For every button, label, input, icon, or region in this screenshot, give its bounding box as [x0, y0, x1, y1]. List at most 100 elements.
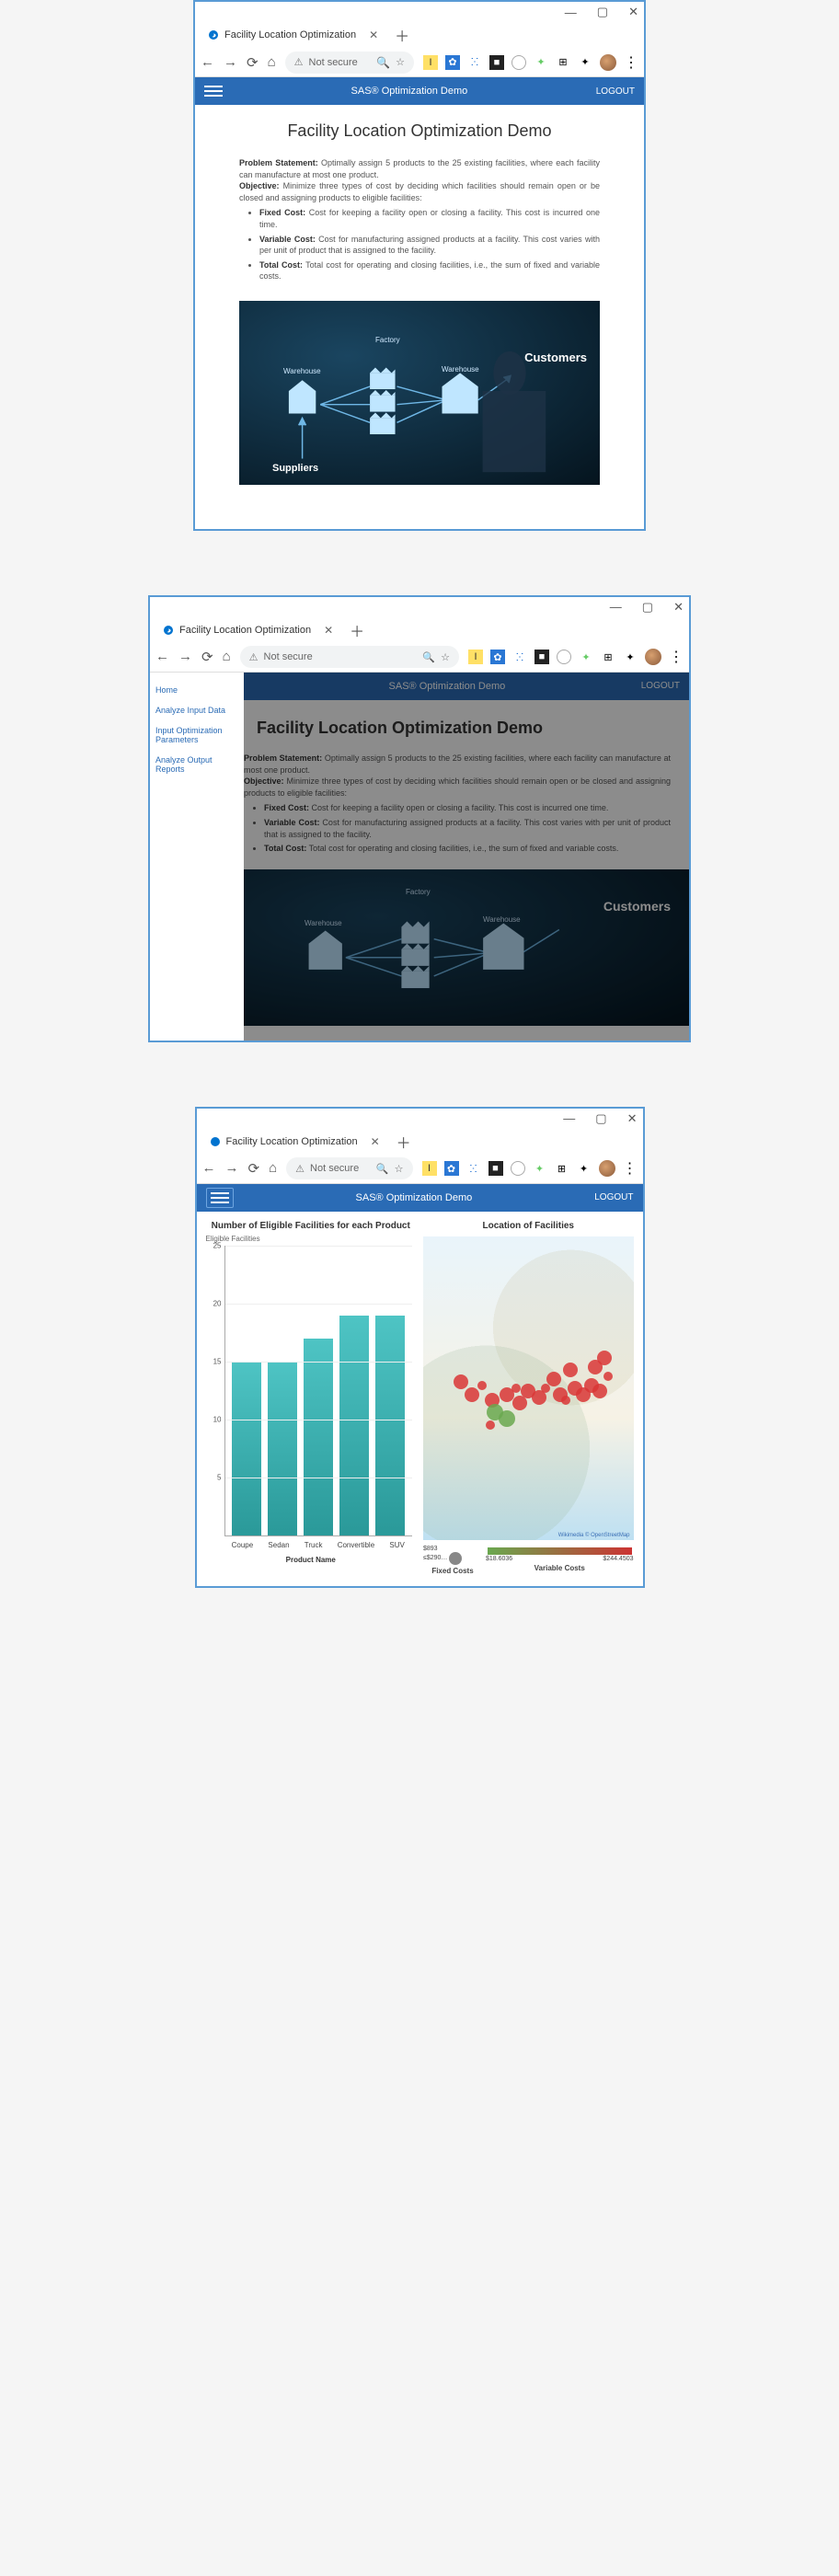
reload-icon[interactable]: ⟳: [248, 1160, 260, 1177]
browser-tab[interactable]: Facility Location Optimization ✕: [201, 23, 385, 47]
extension-icon[interactable]: ■: [488, 1161, 503, 1176]
minimize-icon[interactable]: —: [610, 600, 622, 614]
extension-icon[interactable]: ■: [489, 55, 504, 70]
minimize-icon[interactable]: —: [563, 1111, 575, 1125]
profile-avatar[interactable]: [599, 1160, 615, 1177]
reload-icon[interactable]: ⟳: [201, 649, 213, 665]
extension-icon[interactable]: [511, 55, 526, 70]
star-icon[interactable]: ☆: [395, 1163, 404, 1175]
extensions-puzzle-icon[interactable]: ✦: [577, 1161, 592, 1176]
forward-icon[interactable]: →: [178, 649, 192, 665]
star-icon[interactable]: ☆: [441, 651, 450, 663]
bar[interactable]: [339, 1316, 369, 1535]
extension-icon[interactable]: ⵘ: [467, 55, 482, 70]
back-icon[interactable]: ←: [155, 649, 169, 665]
extension-icon[interactable]: ✿: [490, 650, 505, 664]
sidebar-item-input-params[interactable]: Input Optimization Parameters: [154, 720, 240, 750]
kebab-menu-icon[interactable]: ⋮: [624, 53, 638, 72]
page-title: Facility Location Optimization Demo: [213, 121, 626, 141]
address-bar[interactable]: ⚠ Not secure 🔍 ☆: [286, 1157, 412, 1179]
address-bar[interactable]: ⚠ Not secure 🔍 ☆: [240, 646, 459, 668]
x-tick: Convertible: [338, 1541, 374, 1549]
forward-icon[interactable]: →: [224, 54, 237, 71]
close-icon[interactable]: ✕: [628, 5, 638, 19]
maximize-icon[interactable]: ▢: [642, 600, 653, 615]
sidebar-item-home[interactable]: Home: [154, 680, 240, 700]
extension-icon[interactable]: I: [422, 1161, 437, 1176]
sidebar-item-analyze-input[interactable]: Analyze Input Data: [154, 700, 240, 720]
map-attribution: Wikimedia © OpenStreetMap: [558, 1533, 630, 1538]
extensions-puzzle-icon[interactable]: ✦: [623, 650, 638, 664]
extensions-puzzle-icon[interactable]: ✦: [578, 55, 592, 70]
y-tick: 25: [213, 1241, 222, 1249]
extension-icon[interactable]: ✦: [534, 55, 548, 70]
profile-avatar[interactable]: [645, 649, 661, 665]
extension-icon[interactable]: ■: [534, 650, 549, 664]
extension-icon[interactable]: I: [468, 650, 483, 664]
maximize-icon[interactable]: ▢: [595, 1111, 606, 1126]
extension-icon[interactable]: ⊞: [555, 1161, 569, 1176]
bar[interactable]: [268, 1362, 297, 1535]
variable-label: Variable Cost:: [264, 818, 319, 827]
extension-icon[interactable]: ✿: [444, 1161, 459, 1176]
minimize-icon[interactable]: —: [565, 6, 577, 19]
y-tick: 5: [217, 1473, 221, 1481]
close-tab-icon[interactable]: ✕: [324, 624, 333, 637]
extension-icon[interactable]: ⵘ: [512, 650, 527, 664]
new-tab-button[interactable]: ＋: [389, 24, 415, 46]
bar[interactable]: [304, 1339, 333, 1535]
hamburger-icon[interactable]: [204, 86, 223, 97]
close-tab-icon[interactable]: ✕: [371, 1135, 380, 1148]
close-icon[interactable]: ✕: [627, 1111, 638, 1126]
extension-icon[interactable]: ⊞: [556, 55, 570, 70]
supply-chain-illustration: Warehouse Factory Warehouse Customers: [244, 869, 689, 1026]
extension-icon[interactable]: ⊞: [601, 650, 615, 664]
extension-icon[interactable]: ✦: [579, 650, 593, 664]
extension-icon[interactable]: [511, 1161, 525, 1176]
sidebar-item-analyze-output[interactable]: Analyze Output Reports: [154, 750, 240, 779]
close-tab-icon[interactable]: ✕: [369, 29, 378, 41]
maximize-icon[interactable]: ▢: [597, 5, 608, 19]
illus-factory: Factory: [406, 888, 431, 896]
bar[interactable]: [232, 1362, 261, 1535]
browser-tab[interactable]: Facility Location Optimization ✕: [155, 618, 340, 642]
kebab-menu-icon[interactable]: ⋮: [669, 648, 684, 666]
illus-warehouse2: Warehouse: [483, 915, 521, 924]
extension-icon[interactable]: ✿: [445, 55, 460, 70]
extensions-bar: I ✿ ⵘ ■ ✦ ⊞ ✦ ⋮: [468, 648, 684, 666]
home-icon[interactable]: ⌂: [268, 54, 276, 71]
forward-icon[interactable]: →: [225, 1160, 239, 1177]
logout-link[interactable]: LOGOUT: [641, 681, 680, 691]
extension-icon[interactable]: ⵘ: [466, 1161, 481, 1176]
main-content-dimmed: SAS® Optimization Demo LOGOUT Facility L…: [244, 673, 689, 1041]
star-icon[interactable]: ☆: [396, 56, 405, 68]
address-bar[interactable]: ⚠ Not secure 🔍 ☆: [285, 52, 414, 74]
search-icon[interactable]: 🔍: [422, 651, 435, 663]
search-icon[interactable]: 🔍: [376, 56, 390, 69]
fixed-label: Fixed Cost:: [259, 208, 305, 217]
kebab-menu-icon[interactable]: ⋮: [623, 1159, 638, 1178]
back-icon[interactable]: ←: [201, 54, 214, 71]
reload-icon[interactable]: ⟳: [247, 54, 259, 71]
logout-link[interactable]: LOGOUT: [594, 1192, 633, 1202]
new-tab-button[interactable]: ＋: [344, 619, 370, 641]
facility-map[interactable]: Wikimedia © OpenStreetMap: [423, 1236, 634, 1540]
x-tick: Coupe: [232, 1541, 254, 1549]
profile-avatar[interactable]: [600, 54, 616, 71]
extension-icon[interactable]: ✦: [533, 1161, 547, 1176]
browser-tab[interactable]: Facility Location Optimization ✕: [202, 1130, 387, 1154]
objective-text: Minimize three types of cost by deciding…: [244, 776, 671, 798]
variable-high: $244.4503: [603, 1556, 633, 1562]
home-icon[interactable]: ⌂: [269, 1160, 277, 1177]
new-tab-button[interactable]: ＋: [391, 1131, 417, 1153]
logout-link[interactable]: LOGOUT: [596, 86, 635, 97]
home-icon[interactable]: ⌂: [223, 649, 231, 665]
hamburger-button[interactable]: [206, 1188, 234, 1208]
app-title: SAS® Optimization Demo: [351, 86, 468, 97]
close-icon[interactable]: ✕: [673, 600, 684, 615]
back-icon[interactable]: ←: [202, 1160, 216, 1177]
search-icon[interactable]: 🔍: [376, 1163, 389, 1175]
bar[interactable]: [375, 1316, 405, 1535]
extension-icon[interactable]: [557, 650, 571, 664]
extension-icon[interactable]: I: [423, 55, 438, 70]
